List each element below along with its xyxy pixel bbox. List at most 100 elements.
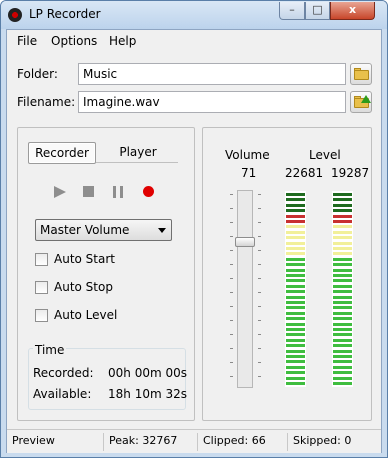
status-separator: [287, 433, 288, 451]
meter-segment: [333, 230, 352, 234]
meter-segment: [333, 247, 352, 250]
source-select[interactable]: Master Volume: [35, 219, 172, 241]
play-icon[interactable]: [54, 186, 66, 198]
slider-tick: [230, 278, 233, 279]
meter-segment: [286, 338, 305, 342]
meter-segment: [333, 349, 352, 353]
meter-segment: [286, 203, 305, 207]
pause-icon[interactable]: [113, 186, 123, 198]
volume-label: Volume: [225, 148, 270, 162]
menu-bar: File Options Help: [7, 30, 381, 52]
minimize-button[interactable]: –: [279, 2, 305, 20]
slider-tick: [230, 376, 233, 377]
recorded-value: 00h 00m 00s: [108, 366, 187, 380]
volume-slider-track[interactable]: [237, 190, 253, 388]
auto-stop-label: Auto Stop: [54, 280, 113, 294]
slider-tick: [258, 306, 261, 307]
slider-tick: [230, 222, 233, 223]
slider-tick: [230, 348, 233, 349]
meter-segment: [333, 301, 352, 304]
slider-tick: [258, 320, 261, 321]
menu-help[interactable]: Help: [109, 34, 136, 48]
meter-segment: [286, 344, 305, 348]
slider-tick: [258, 208, 261, 209]
meter-segment: [333, 306, 352, 310]
meter-segment: [286, 230, 305, 234]
folder-field[interactable]: Music: [78, 63, 346, 85]
available-label: Available:: [33, 387, 92, 401]
browse-folder-button[interactable]: [350, 63, 372, 85]
volume-slider-thumb[interactable]: [235, 236, 255, 247]
slider-tick: [258, 292, 261, 293]
record-icon[interactable]: [143, 186, 154, 197]
app-record-icon: [8, 8, 22, 22]
meter-segment: [286, 371, 305, 375]
meter-segment: [286, 257, 305, 261]
meter-segment: [333, 274, 352, 277]
status-clipped: Clipped: 66: [203, 434, 266, 447]
slider-tick: [230, 208, 233, 209]
meter-segment: [333, 382, 352, 385]
meter-segment: [286, 198, 305, 202]
tab-player[interactable]: Player: [104, 142, 172, 164]
meter-segment: [333, 322, 352, 326]
tab-recorder[interactable]: Recorder: [28, 142, 96, 164]
meter-segment: [333, 268, 352, 272]
meter-segment: [333, 338, 352, 342]
recorded-label: Recorded:: [33, 366, 94, 380]
meter-segment: [286, 322, 305, 326]
meter-segment: [333, 333, 352, 337]
volume-value: 71: [241, 166, 257, 180]
save-file-button[interactable]: [350, 91, 372, 113]
meter-segment: [333, 241, 352, 245]
auto-stop-checkbox[interactable]: [35, 281, 48, 294]
auto-start-label: Auto Start: [54, 252, 115, 266]
meter-segment: [286, 355, 305, 358]
client-area: File Options Help Folder: Music Filename…: [6, 29, 382, 453]
levels-panel: Volume 71 Level 22681 19287: [202, 127, 372, 421]
stop-icon[interactable]: [83, 186, 94, 197]
meter-segment: [333, 328, 352, 331]
meter-segment: [286, 263, 305, 267]
filename-label: Filename:: [17, 95, 76, 109]
meter-segment: [333, 257, 352, 261]
filename-field[interactable]: Imagine.wav: [78, 91, 346, 113]
level-left-value: 22681: [285, 166, 324, 180]
available-value: 18h 10m 32s: [108, 387, 187, 401]
meter-segment: [333, 225, 352, 229]
meter-segment: [333, 198, 352, 202]
slider-tick: [258, 362, 261, 363]
menu-file[interactable]: File: [17, 34, 37, 48]
meter-segment: [333, 279, 352, 283]
maximize-button[interactable]: □: [305, 2, 330, 20]
status-separator: [197, 433, 198, 451]
level-meter-left: [285, 191, 306, 387]
meter-segment: [333, 311, 352, 315]
slider-tick: [230, 334, 233, 335]
meter-segment: [286, 284, 305, 288]
meter-segment: [333, 236, 352, 240]
app-window: LP Recorder – □ x File Options Help Fold…: [0, 0, 388, 458]
auto-start-checkbox[interactable]: [35, 253, 48, 266]
meter-segment: [333, 371, 352, 375]
meter-segment: [333, 376, 352, 380]
meter-segment: [333, 263, 352, 267]
close-button[interactable]: x: [330, 2, 375, 20]
level-right-value: 19287: [331, 166, 370, 180]
title-bar[interactable]: LP Recorder – □ x: [1, 1, 387, 29]
slider-tick: [258, 264, 261, 265]
meter-segment: [286, 295, 305, 299]
folder-label: Folder:: [17, 67, 58, 81]
slider-tick: [230, 250, 233, 251]
meter-segment: [286, 365, 305, 369]
meter-segment: [286, 360, 305, 364]
menu-options[interactable]: Options: [51, 34, 97, 48]
auto-level-label: Auto Level: [54, 308, 118, 322]
recorder-panel: Recorder Player Master Volume Auto Start…: [17, 127, 195, 421]
meter-segment: [286, 225, 305, 229]
auto-level-checkbox[interactable]: [35, 309, 48, 322]
meter-segment: [286, 236, 305, 240]
meter-segment: [286, 247, 305, 250]
slider-tick: [230, 320, 233, 321]
slider-tick: [230, 236, 233, 237]
